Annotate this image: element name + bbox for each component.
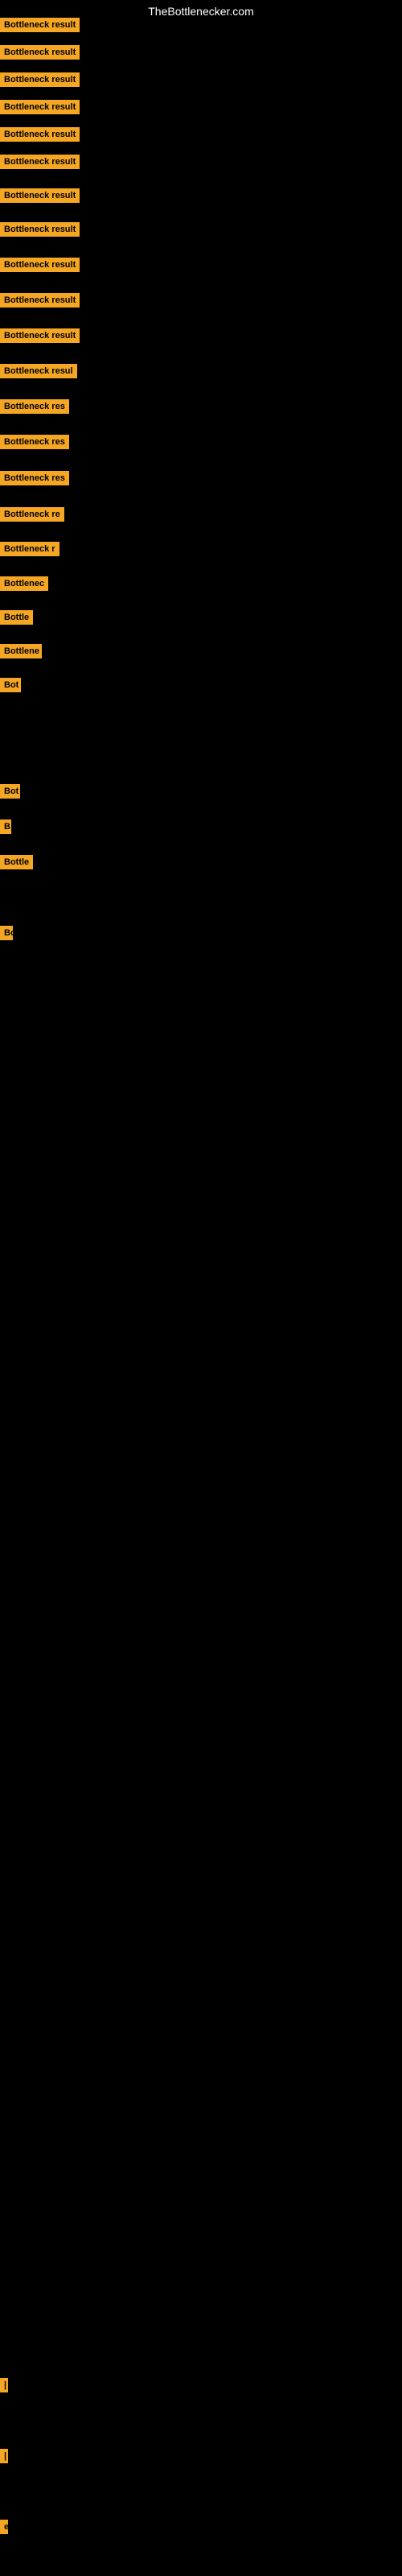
bottleneck-badge: Bottleneck re: [0, 507, 64, 522]
bottleneck-badge: Bot: [0, 678, 21, 692]
bottleneck-badge: Bottleneck result: [0, 222, 80, 237]
bottleneck-badge: Bottle: [0, 855, 33, 869]
bottleneck-badge: Bottleneck resul: [0, 364, 77, 378]
bottleneck-badge: Bottleneck result: [0, 188, 80, 203]
bottleneck-badge: Bot: [0, 784, 20, 799]
bottleneck-badge: Bottleneck result: [0, 72, 80, 87]
bottleneck-badge: Bc: [0, 926, 13, 940]
bottleneck-badge: Bottleneck res: [0, 435, 69, 449]
bottleneck-badge: Bottleneck result: [0, 155, 80, 169]
bottleneck-badge: Bottleneck res: [0, 471, 69, 485]
bottleneck-badge: B: [0, 819, 11, 834]
bottleneck-badge: Bottleneck result: [0, 328, 80, 343]
bottleneck-badge: Bottleneck result: [0, 127, 80, 142]
bottleneck-badge: |: [0, 2378, 8, 2392]
bottleneck-badge: Bottleneck result: [0, 45, 80, 60]
bottleneck-badge: Bottleneck res: [0, 399, 69, 414]
bottleneck-badge: Bottleneck result: [0, 293, 80, 308]
bottleneck-badge: Bottleneck result: [0, 100, 80, 114]
bottleneck-badge: e: [0, 2520, 8, 2534]
bottleneck-badge: Bottleneck r: [0, 542, 59, 556]
bottleneck-badge: Bottle: [0, 610, 33, 625]
bottleneck-badge: Bottlenec: [0, 576, 48, 591]
bottleneck-badge: Bottleneck result: [0, 258, 80, 272]
bottleneck-badge: Bottleneck result: [0, 18, 80, 32]
bottleneck-badge: |: [0, 2449, 8, 2463]
bottleneck-badge: Bottlene: [0, 644, 42, 658]
